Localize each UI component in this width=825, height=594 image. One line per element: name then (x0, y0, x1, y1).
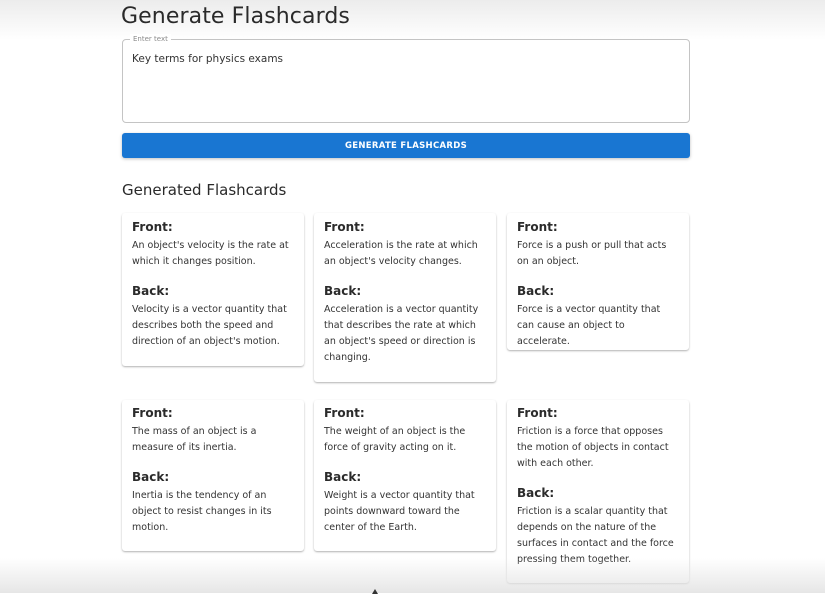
flashcard-1: Front: An object's velocity is the rate … (122, 213, 304, 366)
flashcard-5: Front: The weight of an object is the fo… (314, 400, 496, 551)
card-front-text: Friction is a force that opposes the mot… (517, 426, 669, 469)
card-front-text: Acceleration is the rate at which an obj… (324, 240, 478, 267)
flashcard-2: Front: Acceleration is the rate at which… (314, 213, 496, 382)
text-input-field[interactable]: Enter text Key terms for physics exams (122, 34, 690, 123)
card-front-text: Force is a push or pull that acts on an … (517, 240, 667, 267)
back-label: Back: (324, 470, 362, 484)
flashcard-4: Front: The mass of an object is a measur… (122, 400, 304, 551)
card-front-text: An object's velocity is the rate at whic… (132, 240, 289, 267)
back-label: Back: (517, 486, 555, 500)
front-label: Front: (517, 220, 558, 234)
card-back-text: Velocity is a vector quantity that descr… (132, 304, 287, 347)
card-back-text: Acceleration is a vector quantity that d… (324, 304, 479, 363)
section-title: Generated Flashcards (122, 181, 287, 199)
card-back-text: Friction is a scalar quantity that depen… (517, 506, 674, 565)
back-label: Back: (517, 284, 555, 298)
card-front-text: The mass of an object is a measure of it… (132, 426, 257, 453)
card-back-text: Weight is a vector quantity that points … (324, 490, 475, 533)
text-input-label: Enter text (130, 34, 171, 44)
bottom-shadow (0, 558, 825, 593)
front-label: Front: (517, 406, 558, 420)
front-label: Front: (324, 220, 365, 234)
mouse-cursor-icon (372, 589, 378, 594)
front-label: Front: (132, 220, 173, 234)
card-back-text: Inertia is the tendency of an object to … (132, 490, 272, 533)
card-front-text: The weight of an object is the force of … (324, 426, 466, 453)
back-label: Back: (132, 284, 170, 298)
page-title: Generate Flashcards (121, 4, 350, 29)
text-input-value[interactable]: Key terms for physics exams (132, 53, 283, 65)
flashcard-3: Front: Force is a push or pull that acts… (507, 213, 689, 350)
back-label: Back: (132, 470, 170, 484)
front-label: Front: (132, 406, 173, 420)
flashcard-6: Front: Friction is a force that opposes … (507, 400, 689, 583)
back-label: Back: (324, 284, 362, 298)
card-back-text: Force is a vector quantity that can caus… (517, 304, 661, 347)
front-label: Front: (324, 406, 365, 420)
generate-flashcards-button[interactable]: GENERATE FLASHCARDS (122, 133, 690, 158)
